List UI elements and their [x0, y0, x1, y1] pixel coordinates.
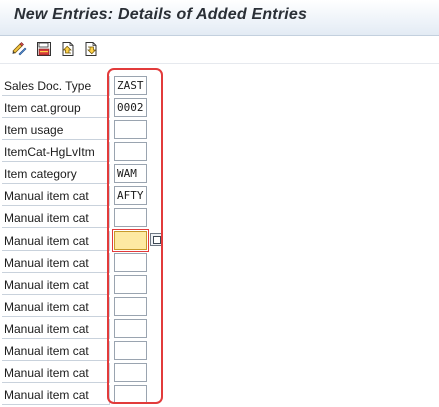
form-row: Item category WAM — [0, 163, 439, 185]
field-input[interactable]: WAM — [114, 164, 147, 183]
field-input[interactable]: ZAST — [114, 76, 147, 95]
form-row: Manual item cat — [0, 362, 439, 384]
field-input[interactable] — [114, 208, 147, 227]
display-change-button[interactable] — [10, 40, 28, 58]
manual-item-cat-input-focused[interactable] — [114, 231, 147, 250]
application-toolbar — [0, 36, 439, 64]
field-label: Sales Doc. Type — [2, 76, 110, 96]
field-input[interactable] — [114, 363, 147, 382]
field-input[interactable] — [114, 142, 147, 161]
field-input[interactable] — [114, 385, 147, 404]
field-label: Manual item cat — [2, 231, 110, 251]
form-row: ItemCat-HgLvItm — [0, 141, 439, 163]
field-label: Manual item cat — [2, 363, 110, 383]
field-label: Manual item cat — [2, 186, 110, 206]
form-row: Manual item cat — [0, 340, 439, 362]
form-row: Item usage — [0, 119, 439, 141]
field-input[interactable]: AFTY — [114, 186, 147, 205]
form-row: Manual item cat — [0, 384, 439, 406]
field-label: Manual item cat — [2, 341, 110, 361]
field-input[interactable]: 0002 — [114, 98, 147, 117]
details-form: Sales Doc. Type ZAST Item cat.group 0002 Ite… — [0, 64, 439, 407]
form-row: Manual item cat — [0, 252, 439, 274]
form-row: Manual item cat — [0, 274, 439, 296]
field-input[interactable] — [114, 275, 147, 294]
display-change-icon — [11, 41, 27, 57]
field-label: Manual item cat — [2, 275, 110, 295]
page-title: New Entries: Details of Added Entries — [14, 6, 308, 23]
field-label: Manual item cat — [2, 319, 110, 339]
field-label: Item category — [2, 164, 110, 184]
field-input[interactable] — [114, 120, 147, 139]
field-input[interactable] — [114, 297, 147, 316]
next-entry-icon — [83, 41, 99, 57]
previous-entry-button[interactable] — [59, 40, 77, 58]
field-label: ItemCat-HgLvItm — [2, 142, 110, 162]
field-input[interactable] — [114, 319, 147, 338]
form-row: Item cat.group 0002 — [0, 97, 439, 119]
save-button[interactable] — [35, 40, 53, 58]
form-row: Manual item cat — [0, 318, 439, 340]
form-row: Manual item cat — [0, 296, 439, 318]
field-label: Item cat.group — [2, 98, 110, 118]
field-label: Manual item cat — [2, 297, 110, 317]
field-input[interactable] — [114, 253, 147, 272]
field-label: Item usage — [2, 120, 110, 140]
value-help-icon[interactable] — [150, 233, 162, 246]
previous-entry-icon — [60, 41, 76, 57]
field-label: Manual item cat — [2, 385, 110, 405]
form-row: Manual item cat — [0, 229, 439, 252]
next-entry-button[interactable] — [82, 40, 100, 58]
title-bar: New Entries: Details of Added Entries — [0, 0, 439, 36]
field-input[interactable] — [114, 341, 147, 360]
field-label: Manual item cat — [2, 208, 110, 228]
save-icon — [36, 41, 52, 57]
form-row: Sales Doc. Type ZAST — [0, 75, 439, 97]
form-row: Manual item cat — [0, 207, 439, 229]
field-label: Manual item cat — [2, 253, 110, 273]
form-row: Manual item cat AFTY — [0, 185, 439, 207]
